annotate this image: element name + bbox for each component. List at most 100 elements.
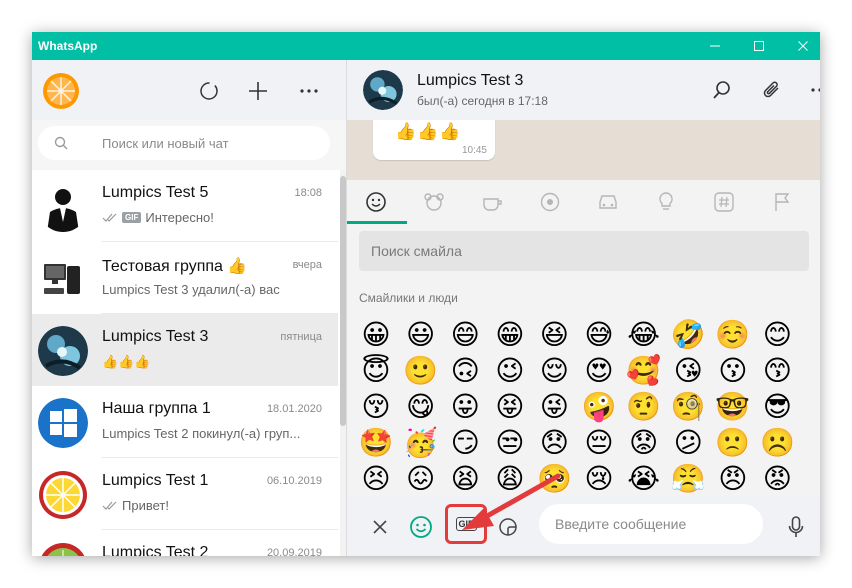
- emoji-cell[interactable]: 😘: [668, 350, 708, 390]
- emoji-cell[interactable]: 😖: [401, 458, 441, 496]
- close-emoji-panel-button[interactable]: [363, 510, 397, 544]
- chat-item[interactable]: Lumpics Test 5 18:08 GIF Интересно!: [32, 170, 338, 242]
- tab-activity[interactable]: [521, 180, 579, 224]
- emoji-cell[interactable]: 😀: [356, 314, 396, 354]
- emoji-cell[interactable]: 😌: [534, 350, 574, 390]
- emoji-cell[interactable]: 😔: [579, 422, 619, 462]
- emoji-cell[interactable]: ☺️: [713, 314, 753, 354]
- emoji-cell[interactable]: 🙂: [401, 350, 441, 390]
- emoji-cell[interactable]: 😣: [356, 458, 396, 496]
- title-bar: WhatsApp: [32, 32, 820, 60]
- animal-tab-icon: [424, 193, 444, 211]
- emoji-search-input[interactable]: Поиск смайла: [359, 231, 809, 271]
- emoji-cell[interactable]: 😏: [445, 422, 485, 462]
- emoji-cell[interactable]: 😂: [624, 314, 664, 354]
- emoji-cell[interactable]: 🥳: [401, 422, 441, 462]
- emoji-cell[interactable]: 😜: [534, 386, 574, 426]
- emoji-cell[interactable]: 😡: [757, 458, 797, 496]
- emoji-cell[interactable]: 😉: [490, 350, 530, 390]
- composer-bar: GIF Введите сообщение: [347, 496, 820, 556]
- emoji-cell[interactable]: 😅: [579, 314, 619, 354]
- emoji-cell[interactable]: 😕: [668, 422, 708, 462]
- emoji-cell[interactable]: 😠: [713, 458, 753, 496]
- emoji-cell[interactable]: 😍: [579, 350, 619, 390]
- contact-avatar[interactable]: [363, 70, 403, 110]
- chat-name: Наша группа 1: [102, 400, 211, 417]
- chat-item[interactable]: Lumpics Test 1 06.10.2019 Привет!: [32, 458, 338, 530]
- emoji-cell[interactable]: 😞: [534, 422, 574, 462]
- my-avatar[interactable]: [42, 72, 80, 110]
- emoji-cell[interactable]: 🤪: [579, 386, 619, 426]
- maximize-button[interactable]: [736, 32, 782, 60]
- emoji-cell[interactable]: 😚: [356, 386, 396, 426]
- emoji-cell[interactable]: 🤣: [668, 314, 708, 354]
- emoji-cell[interactable]: 😄: [445, 314, 485, 354]
- avatar: [38, 326, 88, 376]
- emoji-cell[interactable]: 😭: [624, 458, 664, 496]
- emoji-cell[interactable]: 😋: [401, 386, 441, 426]
- double-check-icon: [102, 501, 117, 510]
- emoji-cell[interactable]: 😊: [757, 314, 797, 354]
- chat-time: 18:08: [294, 187, 322, 199]
- voice-message-button[interactable]: [779, 510, 813, 544]
- tab-travel[interactable]: [579, 180, 637, 224]
- emoji-cell[interactable]: 😃: [401, 314, 441, 354]
- emoji-cell[interactable]: 😆: [534, 314, 574, 354]
- emoji-cell[interactable]: 😁: [490, 314, 530, 354]
- chat-search-input[interactable]: Поиск или новый чат: [38, 126, 330, 160]
- emoji-cell[interactable]: 😟: [624, 422, 664, 462]
- conversation-header[interactable]: Lumpics Test 3 был(-а) сегодня в 17:18: [347, 60, 820, 120]
- emoji-cell[interactable]: 😤: [668, 458, 708, 496]
- minimize-button[interactable]: [692, 32, 738, 60]
- emoji-cell[interactable]: 😛: [445, 386, 485, 426]
- new-chat-button[interactable]: [241, 74, 275, 108]
- emoji-cell[interactable]: 😒: [490, 422, 530, 462]
- chat-preview: Lumpics Test 2 покинул(-а) груп...: [102, 426, 301, 441]
- emoji-tabs: [347, 180, 820, 224]
- chat-list-scrollbar[interactable]: [340, 170, 346, 556]
- tab-objects[interactable]: [637, 180, 695, 224]
- emoji-cell[interactable]: 🙁: [713, 422, 753, 462]
- emoji-cell[interactable]: 🤩: [356, 422, 396, 462]
- status-button[interactable]: [192, 74, 226, 108]
- emoji-cell[interactable]: 🙃: [445, 350, 485, 390]
- message-bubble[interactable]: 👍👍👍 10:45: [373, 120, 495, 160]
- paperclip-icon: [763, 81, 779, 98]
- search-messages-button[interactable]: [705, 73, 739, 107]
- emoji-cell[interactable]: 😇: [356, 350, 396, 390]
- tab-animals[interactable]: [405, 180, 463, 224]
- chat-item[interactable]: Тестовая группа 👍 вчера Lumpics Test 3 у…: [32, 242, 338, 314]
- close-window-button[interactable]: [780, 32, 820, 60]
- emoji-cell[interactable]: 😗: [713, 350, 753, 390]
- menu-icon: [300, 89, 318, 93]
- emoji-cell[interactable]: 😙: [757, 350, 797, 390]
- chat-preview: GIF Интересно!: [102, 210, 214, 225]
- emoji-button[interactable]: [404, 510, 438, 544]
- emoji-cell[interactable]: 😎: [757, 386, 797, 426]
- chat-time: 18.01.2020: [266, 403, 322, 415]
- last-seen-status: был(-а) сегодня в 17:18: [417, 94, 548, 108]
- activity-tab-icon: [540, 192, 560, 212]
- attach-button[interactable]: [755, 73, 789, 107]
- tab-symbols[interactable]: [695, 180, 753, 224]
- chat-item-selected[interactable]: Lumpics Test 3 пятница 👍👍👍: [32, 314, 338, 386]
- tab-food[interactable]: [463, 180, 521, 224]
- conversation-menu-button[interactable]: [803, 73, 820, 107]
- emoji-cell[interactable]: 🤨: [624, 386, 664, 426]
- computer-avatar-icon: [44, 264, 80, 294]
- chat-item[interactable]: Наша группа 1 18.01.2020 Lumpics Test 2 …: [32, 386, 338, 458]
- window-title: WhatsApp: [38, 39, 98, 53]
- menu-button[interactable]: [292, 74, 326, 108]
- emoji-cell[interactable]: 🧐: [668, 386, 708, 426]
- emoji-cell[interactable]: 🤓: [713, 386, 753, 426]
- emoji-cell[interactable]: 😢: [579, 458, 619, 496]
- emoji-cell[interactable]: ☹️: [757, 422, 797, 462]
- emoji-cell[interactable]: 😝: [490, 386, 530, 426]
- tab-smileys[interactable]: [347, 180, 405, 224]
- chat-search-area: Поиск или новый чат: [32, 120, 346, 170]
- chat-item[interactable]: Lumpics Test 2 20.09.2019: [32, 530, 338, 556]
- tab-flags[interactable]: [753, 180, 811, 224]
- scrollbar-thumb[interactable]: [340, 176, 346, 426]
- whatsapp-window: WhatsApp Поиск или новый чат Lumpics Tes…: [32, 32, 820, 556]
- emoji-cell[interactable]: 🥰: [624, 350, 664, 390]
